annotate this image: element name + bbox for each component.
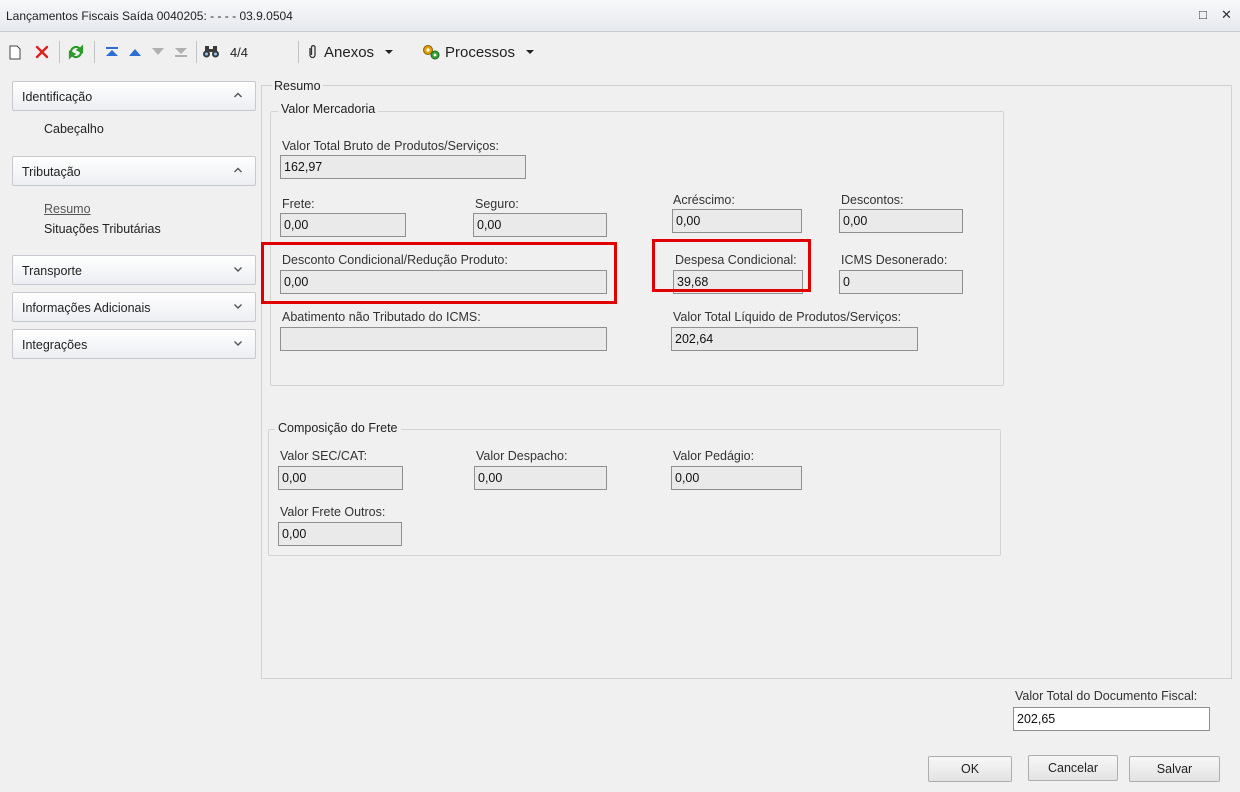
highlight-box xyxy=(261,242,617,304)
section-title: Resumo xyxy=(272,79,323,93)
refresh-icon[interactable] xyxy=(66,41,86,63)
anexos-label: Anexos xyxy=(324,43,375,61)
icms-desonerado-label: ICMS Desonerado: xyxy=(841,253,948,267)
nav-section-tributacao[interactable]: Tributação xyxy=(12,156,256,186)
valor-sec-cat-field[interactable]: 0,00 xyxy=(278,466,403,490)
anexos-menu[interactable]: Anexos xyxy=(306,41,416,63)
chevron-down-icon xyxy=(526,50,535,54)
nav-section-label: Tributação xyxy=(22,165,81,179)
valor-total-documento-label: Valor Total do Documento Fiscal: xyxy=(1015,689,1198,703)
composicao-frete-title: Composição do Frete xyxy=(275,421,401,435)
processos-menu[interactable]: Processos xyxy=(421,41,551,63)
seguro-label: Seguro: xyxy=(475,197,519,211)
nav-section-label: Informações Adicionais xyxy=(22,301,151,315)
nav-item-cabecalho[interactable]: Cabeçalho xyxy=(44,122,104,136)
valor-frete-outros-field[interactable]: 0,00 xyxy=(278,522,402,546)
descontos-field[interactable]: 0,00 xyxy=(839,209,963,233)
nav-section-integracoes[interactable]: Integrações xyxy=(12,329,256,359)
chevron-down-icon xyxy=(234,304,242,309)
paperclip-icon xyxy=(309,45,316,59)
chevron-down-icon xyxy=(234,341,242,346)
last-record-icon[interactable] xyxy=(172,41,190,63)
nav-section-label: Transporte xyxy=(22,264,82,278)
nav-section-transporte[interactable]: Transporte xyxy=(12,255,256,285)
valor-sec-cat-label: Valor SEC/CAT: xyxy=(280,449,368,463)
processos-label: Processos xyxy=(445,43,516,61)
record-counter-label: 4/4 xyxy=(229,44,249,60)
highlight-box xyxy=(652,239,811,292)
valor-total-documento-field[interactable]: 202,65 xyxy=(1013,707,1210,731)
valor-pedagio-label: Valor Pedágio: xyxy=(673,449,755,463)
seguro-field[interactable]: 0,00 xyxy=(473,213,607,237)
valor-total-liquido-field[interactable]: 202,64 xyxy=(671,327,918,351)
acrescimo-field[interactable]: 0,00 xyxy=(672,209,802,233)
cancelar-button[interactable]: Cancelar xyxy=(1028,755,1118,781)
binoculars-icon[interactable] xyxy=(201,41,221,63)
nav-section-label: Integrações xyxy=(22,338,88,352)
chevron-up-icon xyxy=(234,92,242,98)
delete-icon[interactable] xyxy=(32,41,52,63)
salvar-button[interactable]: Salvar xyxy=(1129,756,1220,782)
chevron-down-icon xyxy=(234,267,242,272)
toolbar-separator xyxy=(59,41,60,63)
gears-icon xyxy=(423,45,440,60)
toolbar-separator xyxy=(196,41,197,63)
nav-section-label: Identificação xyxy=(22,90,93,104)
maximize-icon[interactable]: □ xyxy=(1199,7,1207,22)
new-record-icon[interactable] xyxy=(6,41,24,63)
valor-despacho-field[interactable]: 0,00 xyxy=(474,466,607,490)
first-record-icon[interactable] xyxy=(103,41,121,63)
frete-label: Frete: xyxy=(282,197,315,211)
record-counter: 4/4 xyxy=(224,41,254,63)
frete-field[interactable]: 0,00 xyxy=(280,213,406,237)
window-title: Lançamentos Fiscais Saída 0040205: - - -… xyxy=(6,9,293,23)
abatimento-label: Abatimento não Tributado do ICMS: xyxy=(282,310,481,324)
valor-total-bruto-label: Valor Total Bruto de Produtos/Serviços: xyxy=(282,139,500,153)
next-record-icon[interactable] xyxy=(149,41,167,63)
chevron-up-icon xyxy=(234,167,242,173)
toolbar: 4/4 Anexos Processos xyxy=(0,33,1240,73)
nav-section-informacoes-adicionais[interactable]: Informações Adicionais xyxy=(12,292,256,322)
abatimento-field[interactable] xyxy=(280,327,607,351)
valor-mercadoria-title: Valor Mercadoria xyxy=(278,102,379,116)
valor-total-bruto-field[interactable]: 162,97 xyxy=(280,155,526,179)
toolbar-separator xyxy=(94,41,95,63)
ok-button[interactable]: OK xyxy=(928,756,1012,782)
valor-pedagio-field[interactable]: 0,00 xyxy=(671,466,802,490)
valor-frete-outros-label: Valor Frete Outros: xyxy=(280,505,386,519)
nav-item-resumo[interactable]: Resumo xyxy=(44,202,91,216)
previous-record-icon[interactable] xyxy=(126,41,144,63)
nav-item-situacoes-tributarias[interactable]: Situações Tributárias xyxy=(44,222,161,236)
title-bar: Lançamentos Fiscais Saída 0040205: - - -… xyxy=(0,0,1240,32)
toolbar-separator xyxy=(298,41,299,63)
nav-section-identificacao[interactable]: Identificação xyxy=(12,81,256,111)
valor-total-liquido-label: Valor Total Líquido de Produtos/Serviços… xyxy=(673,310,902,324)
close-icon[interactable]: ✕ xyxy=(1221,7,1232,23)
acrescimo-label: Acréscimo: xyxy=(673,193,735,207)
valor-despacho-label: Valor Despacho: xyxy=(476,449,568,463)
chevron-down-icon xyxy=(385,50,394,54)
icms-desonerado-field[interactable]: 0 xyxy=(839,270,963,294)
descontos-label: Descontos: xyxy=(841,193,904,207)
